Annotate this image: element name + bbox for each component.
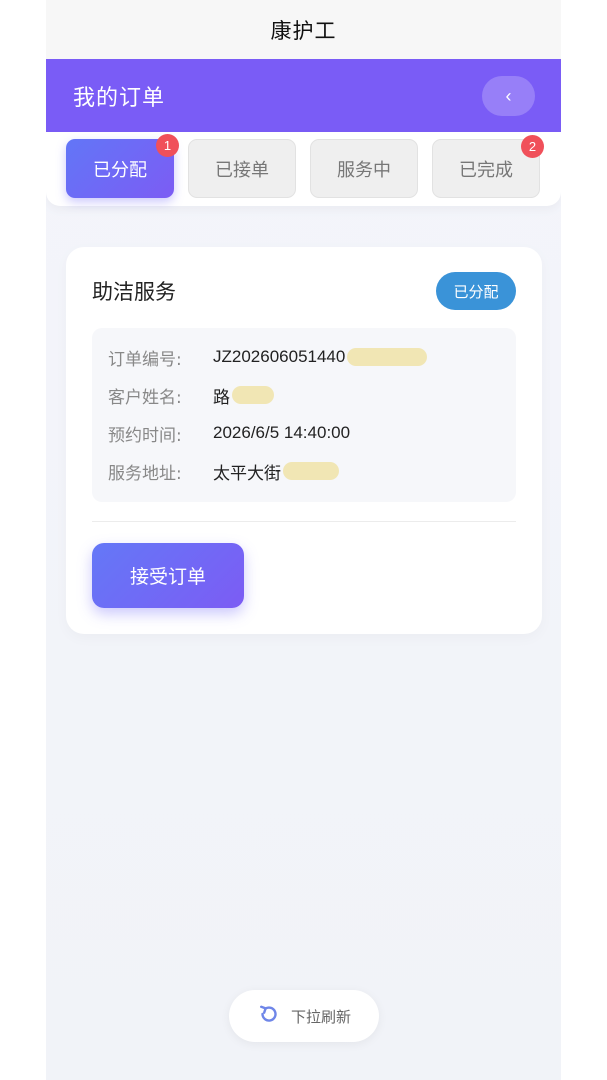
service-address-row: 服务地址: 太平大街	[108, 459, 339, 484]
appointment-time-value: 2026/6/5 14:40:00	[213, 423, 351, 442]
order-info: 订单编号: JZ202606051440 客户姓名: 路 预约时间: 2026/…	[92, 328, 516, 502]
order-card: 助洁服务 已分配 订单编号: JZ202606051440 客户姓名: 路 预约…	[66, 247, 542, 634]
field-label: 预约时间:	[108, 425, 182, 446]
redaction-mark	[232, 386, 274, 404]
refresh-label: 下拉刷新	[290, 1007, 351, 1026]
field-label: 服务地址:	[108, 463, 182, 484]
status-badge: 已分配	[436, 272, 516, 310]
tab-label: 服务中	[337, 159, 391, 181]
refresh-icon	[257, 1002, 281, 1030]
service-address-value: 太平大街	[213, 463, 281, 483]
accept-order-label: 接受订单	[129, 567, 206, 588]
tab-badge: 2	[521, 135, 544, 158]
page-title: 我的订单	[73, 85, 166, 111]
divider	[92, 521, 516, 522]
tab-accepted[interactable]: 已接单	[188, 139, 296, 198]
tab-assigned[interactable]: 已分配 1	[66, 134, 179, 198]
order-status-tabs: 已分配 1 已接单 服务中 已完成 2	[46, 132, 561, 206]
app-bar: 康护工	[46, 0, 561, 59]
tab-badge: 1	[156, 134, 179, 157]
page-header: 我的订单 ‹	[46, 59, 561, 132]
customer-name-value: 路	[213, 387, 230, 407]
field-label: 客户姓名:	[108, 387, 182, 408]
field-label: 订单编号:	[108, 349, 182, 370]
tab-label: 已接单	[215, 159, 269, 181]
redaction-mark	[347, 348, 428, 366]
appointment-time-row: 预约时间: 2026/6/5 14:40:00	[108, 421, 351, 446]
order-number-row: 订单编号: JZ202606051440	[108, 345, 428, 370]
order-number-value: JZ202606051440	[213, 347, 346, 366]
tab-label: 已完成	[459, 159, 513, 181]
back-chevron-icon: ‹	[505, 85, 512, 106]
tab-completed[interactable]: 已完成 2	[432, 135, 544, 198]
pull-to-refresh[interactable]: 下拉刷新	[229, 990, 379, 1042]
back-button[interactable]: ‹	[482, 76, 535, 116]
app-title: 康护工	[270, 18, 337, 43]
phone-screen: 康护工 我的订单 ‹ 已分配 1 已接单 服务中 已完成 2 助洁服务 已分配 …	[46, 0, 561, 1080]
tab-label: 已分配	[93, 159, 147, 181]
order-title: 助洁服务	[92, 280, 176, 304]
redaction-mark	[283, 462, 339, 480]
tab-in-service[interactable]: 服务中	[310, 139, 418, 198]
customer-name-row: 客户姓名: 路	[108, 383, 274, 408]
accept-order-button[interactable]: 接受订单	[92, 543, 244, 608]
